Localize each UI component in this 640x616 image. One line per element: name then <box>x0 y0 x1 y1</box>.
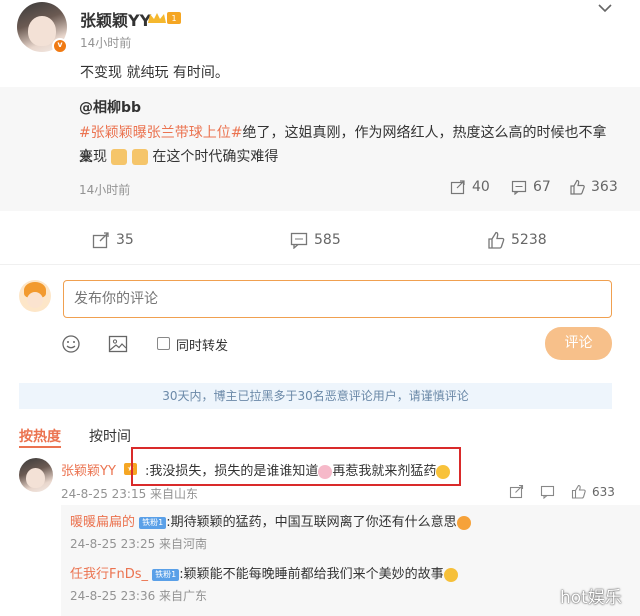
post-author-name[interactable]: 张颖颖YY <box>80 7 151 31</box>
like-icon <box>570 179 585 195</box>
comment-icon[interactable] <box>540 484 555 503</box>
moderation-notice: 30天内，博主已拉黑多于30名恶意评论用户，请谨慎评论 <box>19 383 612 409</box>
shocked-emoji-icon <box>456 515 471 530</box>
verified-badge-icon: v <box>52 38 68 54</box>
submit-comment-button[interactable]: 评论 <box>545 327 612 360</box>
image-upload-icon[interactable] <box>108 334 128 358</box>
reply-text: :期待颖颖的猛药，中国互联网离了你还有什么意思 <box>166 515 457 530</box>
repost-comments-count: 67 <box>533 179 551 195</box>
reply-time: 24-8-25 23:36 来自广东 <box>70 589 208 603</box>
share-icon <box>92 232 109 249</box>
reply-time: 24-8-25 23:25 来自河南 <box>70 537 208 551</box>
scream-emoji-icon <box>443 567 458 582</box>
comment-like-count: 633 <box>592 484 615 499</box>
chevron-down-icon[interactable] <box>597 2 613 14</box>
share-icon[interactable] <box>509 484 524 503</box>
comment-icon <box>511 180 527 195</box>
divider <box>0 264 640 265</box>
watermark: hot娱乐 <box>560 588 622 608</box>
comment-count: 585 <box>314 232 341 248</box>
reply-author-name[interactable]: 暖暖扁扁的 <box>70 515 135 530</box>
tab-active-underline <box>19 446 61 448</box>
share-icon <box>450 180 465 195</box>
repost-button[interactable]: 35 <box>92 231 134 249</box>
repost-count: 35 <box>116 232 134 248</box>
like-count: 5238 <box>511 232 547 248</box>
topic-link[interactable]: #张颖颖曝张兰带球上位# <box>79 125 242 141</box>
like-icon <box>488 231 505 249</box>
like-icon <box>571 484 586 499</box>
post-time: 14小时前 <box>80 36 132 50</box>
comment-icon <box>290 232 308 249</box>
repost-text-part3: 在这个时代确实难得 <box>152 149 279 165</box>
current-user-avatar <box>19 280 51 312</box>
crown-badge-icon: 1 <box>146 10 182 30</box>
repost-reposts-count: 40 <box>472 179 490 195</box>
repost-comments[interactable]: 67 <box>511 179 551 195</box>
comment-time: 24-8-25 23:15 来自山东 <box>61 487 199 501</box>
repost-checkbox-label[interactable]: 同时转发 <box>176 335 228 354</box>
repost-text-line2: 变现 在这个时代确实难得 <box>79 145 278 169</box>
highlight-box <box>131 447 461 486</box>
reply-row: 任我行FnDs_ 铁粉1:颖颖能不能每晚睡前都给我们来个美妙的故事 <box>70 563 458 582</box>
fan-badge: 铁粉1 <box>139 516 167 529</box>
thumbs-up-emoji-icon <box>111 149 128 165</box>
repost-text-part2: 变现 <box>79 149 107 165</box>
reply-row: 暖暖扁扁的 铁粉1:期待颖颖的猛药，中国互联网离了你还有什么意思 <box>70 511 471 530</box>
fan-badge: 铁粉1 <box>152 568 180 581</box>
comment-input[interactable] <box>63 280 612 318</box>
thumbs-up-emoji-icon <box>131 149 148 165</box>
repost-author[interactable]: @相柳bb <box>79 97 141 117</box>
comment-like-button[interactable]: 633 <box>571 484 615 499</box>
like-button[interactable]: 5238 <box>487 231 547 249</box>
repost-time: 14小时前 <box>79 183 131 197</box>
comment-author-name[interactable]: 张颖颖YY <box>61 460 116 479</box>
tab-sort-time[interactable]: 按时间 <box>89 426 131 446</box>
comment-button[interactable]: 585 <box>290 231 341 249</box>
repost-checkbox[interactable] <box>157 337 170 350</box>
repost-reposts[interactable]: 40 <box>450 179 490 195</box>
commenter-avatar[interactable] <box>19 458 53 492</box>
repost-likes[interactable]: 363 <box>569 179 618 195</box>
reply-text: :颖颖能不能每晚睡前都给我们来个美妙的故事 <box>179 567 444 582</box>
emoji-picker-icon[interactable] <box>61 334 81 358</box>
tab-sort-hot[interactable]: 按热度 <box>19 426 61 446</box>
post-text: 不变现 就纯玩 有时间。 <box>80 65 229 81</box>
svg-text:1: 1 <box>171 14 176 23</box>
repost-likes-count: 363 <box>591 179 618 195</box>
reply-author-name[interactable]: 任我行FnDs_ <box>70 567 148 582</box>
